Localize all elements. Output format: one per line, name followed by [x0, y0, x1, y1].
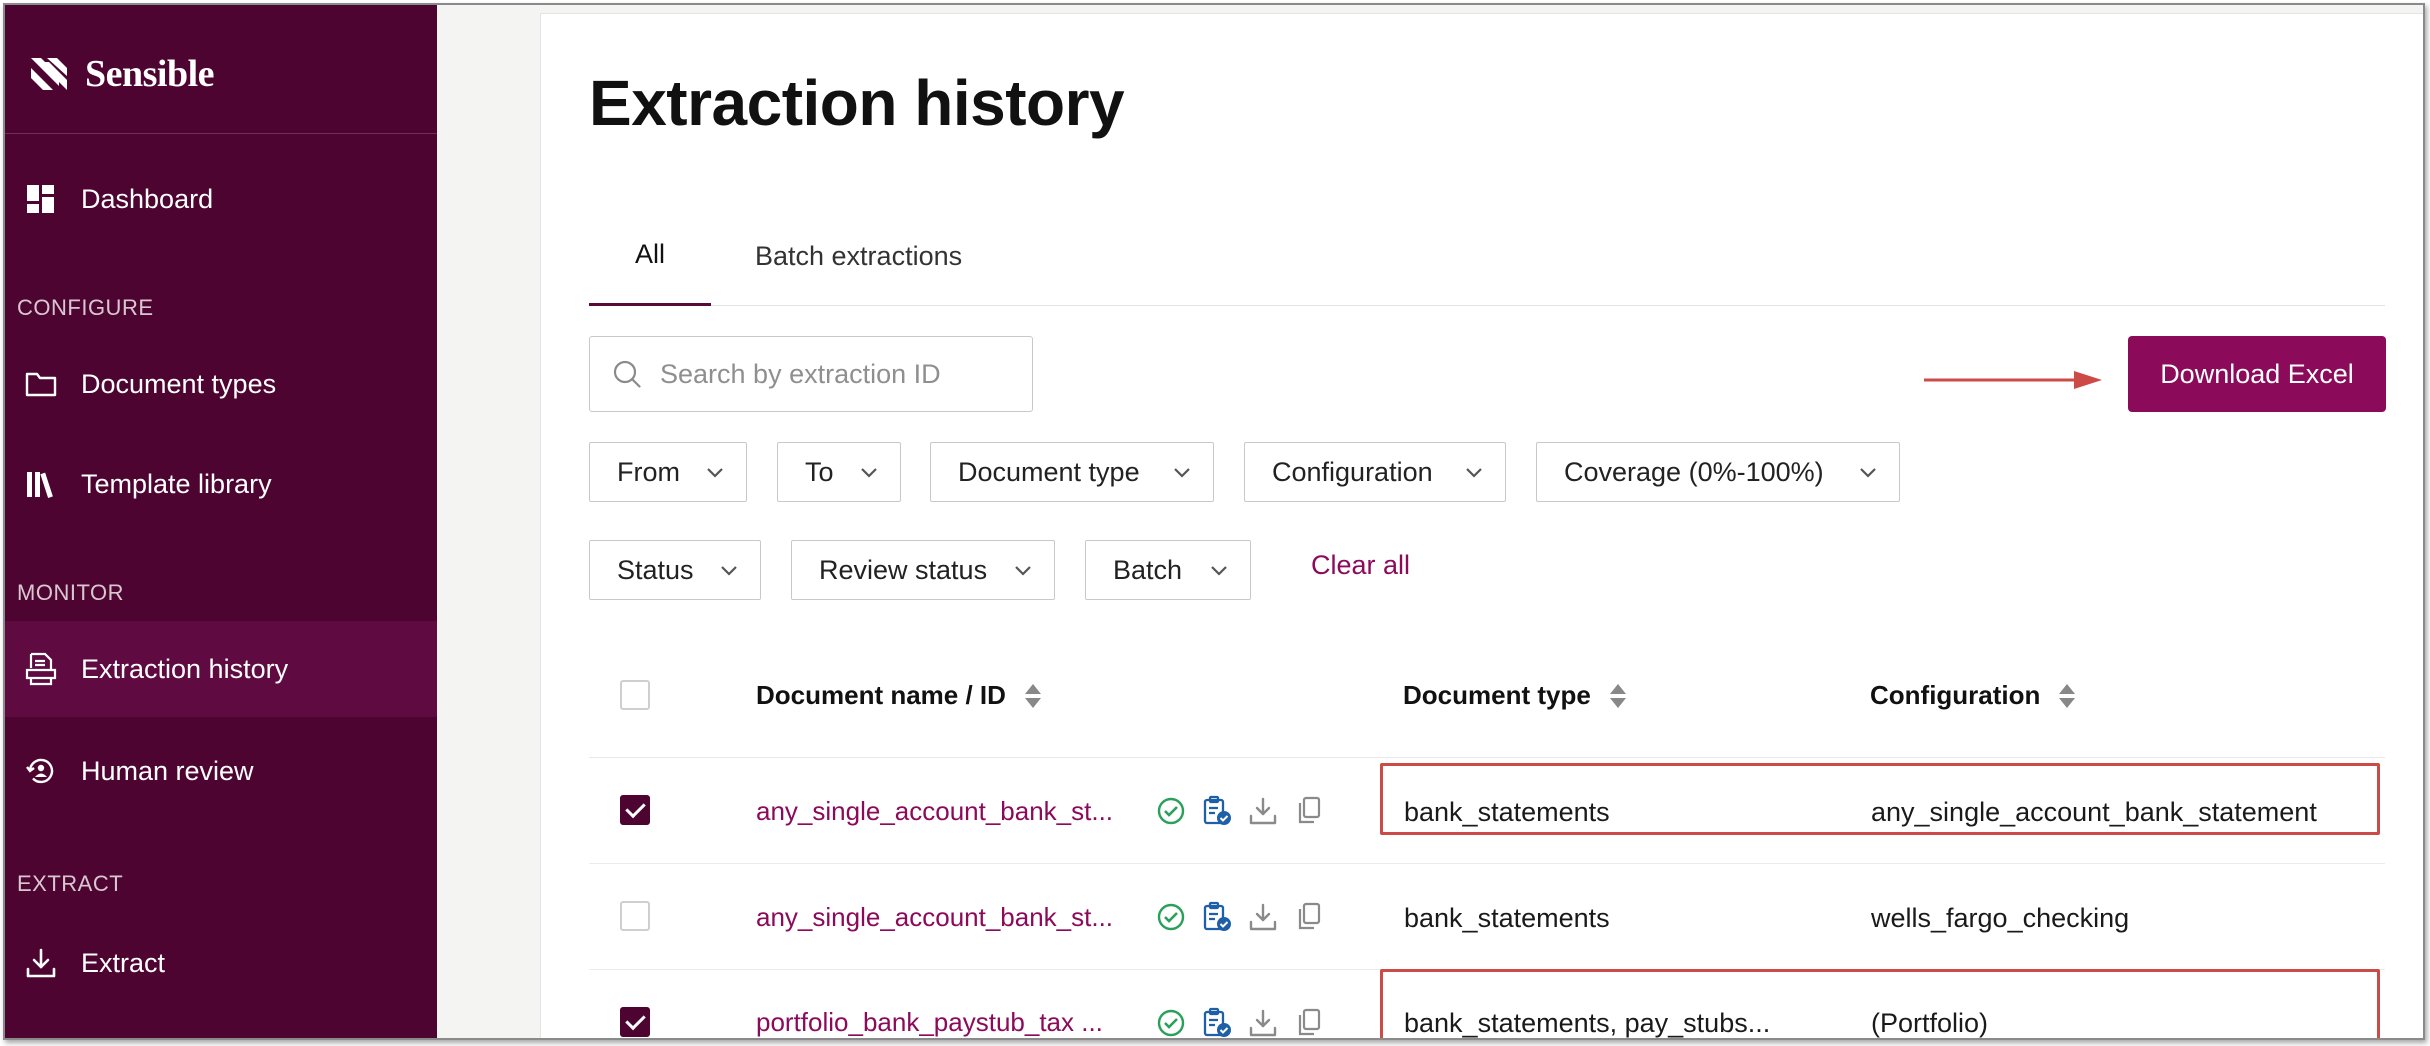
tab-bar: All Batch extractions [589, 206, 2385, 306]
sidebar-item-extraction-history[interactable]: Extraction history [5, 621, 437, 717]
review-status-filter[interactable]: Review status [791, 540, 1055, 600]
sidebar-item-label: Template library [81, 468, 272, 499]
document-name-link[interactable]: any_single_account_bank_st... [756, 796, 1113, 827]
copy-icon[interactable] [1293, 795, 1325, 827]
sensible-logo-icon [31, 58, 67, 90]
status-filter[interactable]: Status [589, 540, 761, 600]
document-type-filter[interactable]: Document type [930, 442, 1214, 502]
filter-label: Batch [1113, 554, 1183, 585]
chevron-down-icon [1015, 566, 1031, 576]
column-label: Document type [1403, 680, 1591, 710]
batch-filter[interactable]: Batch [1085, 540, 1251, 600]
sidebar-item-dashboard[interactable]: Dashboard [5, 151, 437, 247]
filter-label: To [805, 456, 834, 487]
dashboard-icon [25, 183, 57, 215]
check-circle-icon [1155, 1007, 1187, 1038]
chevron-down-icon [1174, 468, 1190, 478]
sidebar-item-label: Dashboard [81, 183, 214, 214]
row-actions [1155, 795, 1325, 827]
filter-label: Configuration [1272, 456, 1433, 487]
to-filter[interactable]: To [777, 442, 901, 502]
sidebar-item-extract[interactable]: Extract [5, 915, 437, 1011]
section-label-extract: EXTRACT [17, 871, 124, 896]
search-input[interactable] [660, 358, 1020, 390]
document-type-cell: bank_statements [1404, 903, 1610, 933]
review-clipboard-icon[interactable] [1201, 1007, 1233, 1038]
main-panel: Extraction history All Batch extractions… [540, 13, 2423, 1038]
download-excel-button[interactable]: Download Excel [2128, 336, 2386, 412]
column-header-document-type[interactable]: Document type [1403, 680, 1627, 711]
download-icon [25, 947, 57, 979]
review-clipboard-icon[interactable] [1201, 795, 1233, 827]
extraction-history-icon [25, 652, 57, 686]
human-review-icon [25, 755, 57, 787]
sidebar-item-label: Human review [81, 755, 254, 786]
chevron-down-icon [1466, 468, 1482, 478]
configuration-cell: wells_fargo_checking [1871, 903, 2130, 933]
filter-label: Status [617, 554, 694, 585]
row-actions [1155, 901, 1325, 933]
sidebar-item-label: Extraction history [81, 653, 289, 684]
download-icon[interactable] [1247, 901, 1279, 933]
table-row[interactable]: any_single_account_bank_st... bank_state… [589, 865, 2385, 970]
search-icon [613, 360, 641, 388]
row-checkbox[interactable] [620, 1007, 650, 1037]
copy-icon[interactable] [1293, 1007, 1325, 1038]
sidebar-item-document-types[interactable]: Document types [5, 336, 437, 432]
table-header: Document name / ID Document type Configu… [589, 638, 2385, 758]
check-circle-icon [1155, 795, 1187, 827]
document-name-link[interactable]: any_single_account_bank_st... [756, 902, 1113, 933]
chevron-down-icon [861, 468, 877, 478]
filter-label: Document type [958, 456, 1140, 487]
row-checkbox[interactable] [620, 901, 650, 931]
app-window: Sensible Dashboard CONFIGURE Document ty… [3, 3, 2425, 1040]
document-name-link[interactable]: portfolio_bank_paystub_tax ... [756, 1007, 1103, 1038]
column-header-configuration[interactable]: Configuration [1870, 680, 2076, 711]
download-icon[interactable] [1247, 1007, 1279, 1038]
filter-label: Review status [819, 554, 988, 585]
chevron-down-icon [721, 566, 737, 576]
search-box[interactable] [589, 336, 1033, 412]
sort-icon[interactable] [1609, 682, 1627, 710]
annotation-highlight-box [1380, 763, 2380, 835]
review-clipboard-icon[interactable] [1201, 901, 1233, 933]
column-header-document-name[interactable]: Document name / ID [756, 680, 1042, 711]
column-label: Configuration [1870, 680, 2041, 710]
sidebar: Sensible Dashboard CONFIGURE Document ty… [5, 5, 437, 1038]
row-checkbox[interactable] [620, 795, 650, 825]
brand[interactable]: Sensible [29, 49, 215, 99]
sidebar-item-label: Document types [81, 368, 277, 399]
sort-icon[interactable] [2058, 682, 2076, 710]
tab-all[interactable]: All [589, 206, 711, 306]
brand-name: Sensible [85, 53, 215, 95]
chevron-down-icon [707, 468, 723, 478]
tab-batch-extractions[interactable]: Batch extractions [755, 206, 962, 306]
check-circle-icon [1155, 901, 1187, 933]
annotation-arrow [1924, 371, 2102, 389]
sidebar-divider [5, 133, 437, 134]
column-label: Document name / ID [756, 680, 1006, 710]
page-title: Extraction history [589, 67, 1125, 139]
clear-all-link[interactable]: Clear all [1311, 550, 1410, 581]
from-filter[interactable]: From [589, 442, 747, 502]
sidebar-item-human-review[interactable]: Human review [5, 723, 437, 819]
library-icon [25, 468, 57, 500]
sidebar-item-label: Extract [81, 947, 166, 978]
sort-icon[interactable] [1024, 682, 1042, 710]
row-actions [1155, 1007, 1325, 1038]
filter-label: Coverage (0%-100%) [1564, 456, 1824, 487]
download-icon[interactable] [1247, 795, 1279, 827]
chevron-down-icon [1860, 468, 1876, 478]
section-label-monitor: MONITOR [17, 580, 124, 605]
copy-icon[interactable] [1293, 901, 1325, 933]
configuration-filter[interactable]: Configuration [1244, 442, 1506, 502]
sidebar-item-template-library[interactable]: Template library [5, 436, 437, 532]
filter-label: From [617, 456, 680, 487]
annotation-highlight-box [1380, 969, 2380, 1038]
select-all-checkbox[interactable] [620, 680, 650, 710]
folder-icon [25, 368, 57, 400]
coverage-filter[interactable]: Coverage (0%-100%) [1536, 442, 1900, 502]
chevron-down-icon [1211, 566, 1227, 576]
section-label-configure: CONFIGURE [17, 295, 154, 320]
